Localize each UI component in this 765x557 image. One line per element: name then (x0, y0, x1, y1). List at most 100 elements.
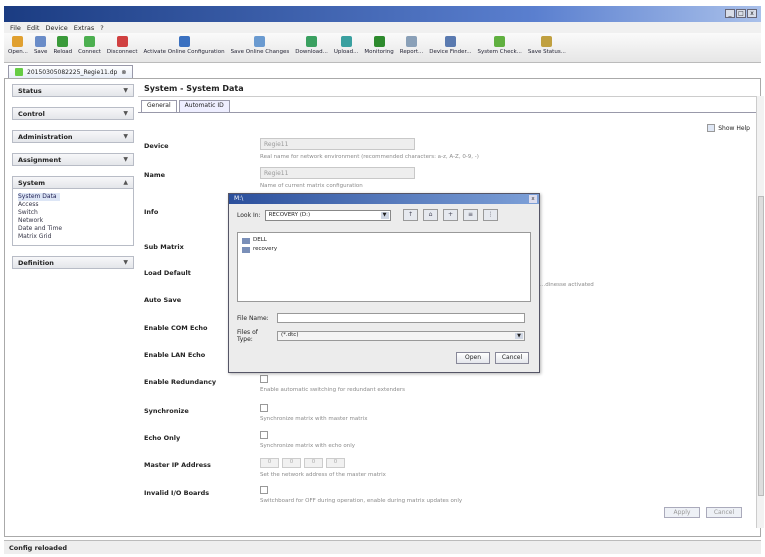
open-button[interactable]: Open (456, 352, 490, 364)
device-finder-icon (444, 36, 456, 47)
ip-octet-3[interactable]: 0 (304, 458, 323, 468)
download-button[interactable]: Download... (295, 33, 328, 55)
name-field[interactable]: Regie11 (260, 167, 415, 179)
sidebar-item-network[interactable]: Network (18, 217, 128, 225)
open-button[interactable]: Open... (8, 33, 28, 55)
close-tab-icon[interactable]: ⊗ (121, 69, 126, 76)
scrollbar-thumb[interactable] (758, 196, 764, 496)
sidebar-section-system[interactable]: System ▲ (12, 176, 134, 189)
look-in-select[interactable]: RECOVERY (D:) ▼ (264, 210, 391, 221)
folder-icon (242, 237, 250, 244)
reload-button[interactable]: Reload (53, 33, 72, 55)
menu-file[interactable]: File (10, 24, 21, 32)
toolbar-label: Disconnect (106, 49, 138, 55)
invalid-io-label: Invalid I/O Boards (144, 489, 210, 497)
close-button[interactable]: x (747, 9, 757, 18)
home-icon[interactable]: ⌂ (423, 209, 438, 221)
toolbar-label: Reload (53, 49, 73, 55)
report-button[interactable]: Report... (400, 33, 423, 55)
master-ip-field[interactable]: 0 0 0 0 (260, 458, 345, 468)
tab-automatic-id[interactable]: Automatic ID (178, 100, 230, 112)
section-label: Administration (18, 132, 73, 141)
list-item[interactable]: recovery (242, 245, 526, 254)
sidebar-section-status[interactable]: Status ▼ (12, 84, 134, 97)
minimize-button[interactable]: _ (725, 9, 735, 18)
master-ip-hint: Set the network address of the master ma… (260, 472, 386, 478)
folder-icon (242, 246, 250, 253)
menu-help[interactable]: ? (100, 24, 103, 32)
device-finder-button[interactable]: Device Finder... (429, 33, 471, 55)
enable-redundancy-checkbox[interactable] (260, 375, 268, 383)
system-check-button[interactable]: System Check... (477, 33, 522, 55)
apply-button[interactable]: Apply (664, 507, 700, 518)
dialog-cancel-button[interactable]: Cancel (495, 352, 529, 364)
synchronize-checkbox[interactable] (260, 404, 268, 412)
invalid-io-checkbox[interactable] (260, 486, 268, 494)
ip-octet-1[interactable]: 0 (260, 458, 279, 468)
show-help-toggle[interactable]: Show Help (707, 124, 750, 132)
save-status-icon (541, 36, 553, 47)
section-label: System (18, 178, 46, 187)
file-tab[interactable]: 20150305082225_Regie11.dp ⊗ (8, 65, 134, 78)
up-folder-icon[interactable]: ↑ (403, 209, 418, 221)
file-name-input[interactable] (277, 313, 525, 323)
ip-octet-4[interactable]: 0 (326, 458, 345, 468)
report-icon (406, 36, 418, 47)
file-name: recovery (253, 246, 278, 252)
sidebar-section-control[interactable]: Control ▼ (12, 107, 134, 120)
sidebar-item-date-and-time[interactable]: Date and Time (18, 225, 128, 233)
load-default-label: Load Default (144, 269, 191, 277)
sidebar-item-matrix-grid[interactable]: Matrix Grid (18, 233, 128, 241)
disconnect-icon (116, 36, 128, 47)
sidebar-section-administration[interactable]: Administration ▼ (12, 130, 134, 143)
menu-device[interactable]: Device (45, 24, 67, 32)
chevron-down-icon: ▼ (123, 156, 128, 163)
look-in-row: Look In: RECOVERY (D:) ▼ (237, 210, 391, 221)
toolbar-label: Open... (8, 49, 28, 55)
vertical-scrollbar[interactable] (756, 96, 764, 528)
sidebar-item-access[interactable]: Access (18, 201, 128, 209)
sidebar-item-system-data[interactable]: System Data (18, 193, 60, 201)
disconnect-button[interactable]: Disconnect (106, 33, 138, 55)
list-view-icon[interactable]: ≡ (463, 209, 478, 221)
ip-octet-2[interactable]: 0 (282, 458, 301, 468)
menu-extras[interactable]: Extras (74, 24, 95, 32)
file-name: DELL (253, 237, 267, 243)
file-list[interactable]: DELL recovery (237, 232, 531, 302)
upload-icon (340, 36, 352, 47)
tab-general[interactable]: General (141, 100, 177, 112)
device-field[interactable]: Regie11 (260, 138, 415, 150)
dialog-close-icon[interactable]: x (529, 195, 537, 203)
save-icon (35, 36, 47, 47)
sidebar-section-definition[interactable]: Definition ▼ (12, 256, 134, 269)
dialog-buttons: Open Cancel (456, 352, 529, 364)
new-folder-icon[interactable]: + (443, 209, 458, 221)
sidebar-section-assignment[interactable]: Assignment ▼ (12, 153, 134, 166)
cancel-button[interactable]: Cancel (706, 507, 742, 518)
save-status-button[interactable]: Save Status... (528, 33, 566, 55)
save-button[interactable]: Save (34, 33, 47, 55)
synchronize-label: Synchronize (144, 407, 189, 415)
sidebar-item-switch[interactable]: Switch (18, 209, 128, 217)
show-help-checkbox[interactable] (707, 124, 716, 132)
status-bar: Config reloaded (4, 540, 761, 554)
list-item[interactable]: DELL (242, 236, 526, 245)
file-tab-label: 20150305082225_Regie11.dp (27, 68, 118, 76)
file-name-label: File Name: (237, 314, 269, 322)
file-type-select[interactable]: (*.dtc) ▼ (277, 331, 525, 341)
toolbar-label: System Check... (477, 49, 522, 55)
monitoring-icon (373, 36, 385, 47)
monitoring-button[interactable]: Monitoring (364, 33, 394, 55)
chevron-down-icon: ▼ (123, 133, 128, 140)
activate-icon (178, 36, 190, 47)
menu-edit[interactable]: Edit (27, 24, 40, 32)
save-online-button[interactable]: Save Online Changes (231, 33, 289, 55)
dialog-toolbar: ↑ ⌂ + ≡ ⋮ (403, 209, 498, 221)
details-view-icon[interactable]: ⋮ (483, 209, 498, 221)
maximize-button[interactable]: □ (736, 9, 746, 18)
activate-button[interactable]: Activate Online Configuration (143, 33, 225, 55)
upload-button[interactable]: Upload... (334, 33, 358, 55)
connect-button[interactable]: Connect (78, 33, 101, 55)
enable-redundancy-hint: Enable automatic switching for redundant… (260, 387, 405, 393)
echo-only-checkbox[interactable] (260, 431, 268, 439)
